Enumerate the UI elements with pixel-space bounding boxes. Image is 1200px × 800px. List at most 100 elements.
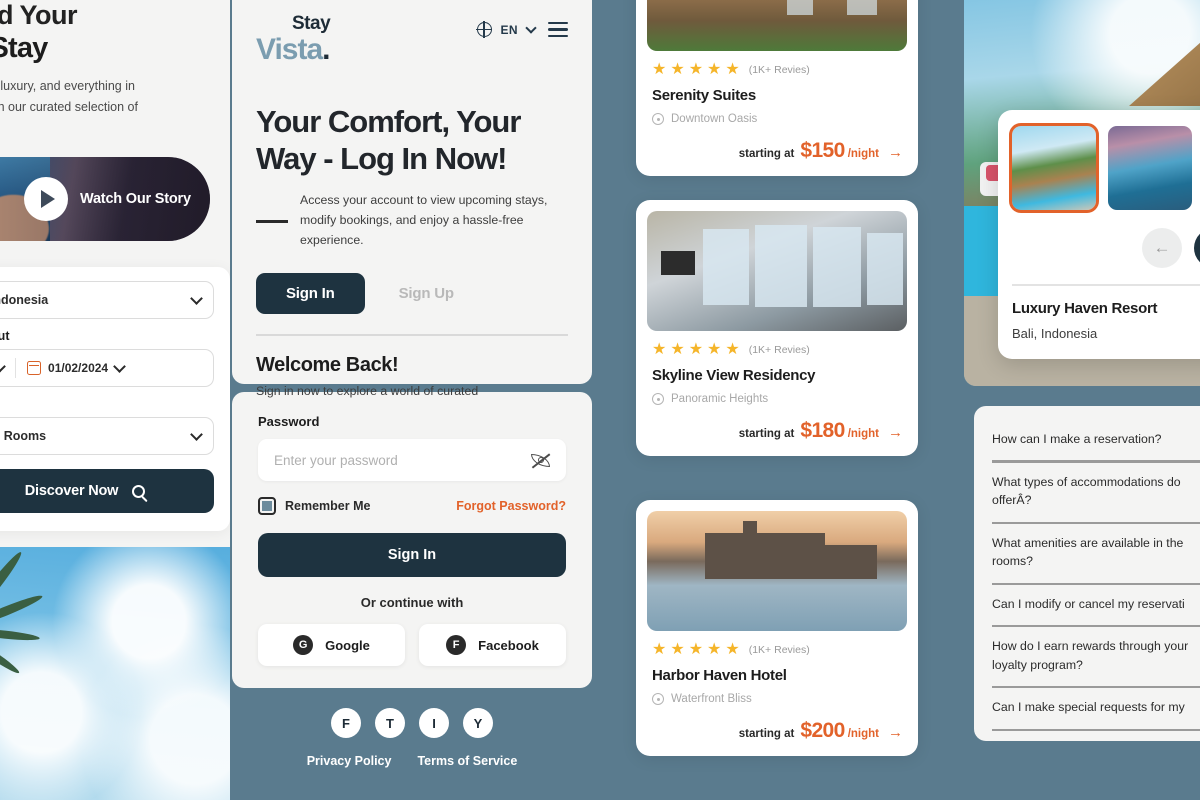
brand-logo[interactable]: Stay Vista.	[256, 13, 331, 65]
facebook-social-icon[interactable]: F	[331, 708, 361, 738]
star-icon: ★	[670, 341, 685, 358]
remember-me-checkbox[interactable]	[258, 497, 276, 515]
listing-card[interactable]: ★ ★ ★ ★ ★ (1K+ Revies) Serenity Suites Downt…	[636, 0, 918, 176]
login-subheading: Access your account to view upcoming sta…	[300, 193, 548, 248]
carousel-controls: ← →	[1142, 228, 1200, 268]
listing-price: $150	[800, 139, 845, 162]
checkout-value-group[interactable]: 01/02/2024	[16, 359, 135, 376]
resort-location: Bali, Indonesia	[1012, 325, 1098, 341]
carousel-prev-button[interactable]: ←	[1142, 228, 1182, 268]
remember-me-group[interactable]: Remember Me	[258, 497, 370, 515]
watch-story-label: Watch Our Story	[80, 191, 191, 208]
faq-question[interactable]: What types of accommodations do offerÂ?	[992, 463, 1200, 522]
remember-me-label: Remember Me	[285, 499, 371, 513]
listing-location: Panoramic Heights	[671, 393, 769, 405]
listing-card[interactable]: ★ ★ ★ ★ ★ (1K+ Revies) Harbor Haven Hotel Wa…	[636, 500, 918, 756]
location-pin-icon	[652, 693, 664, 705]
listing-name: Skyline View Residency	[652, 367, 816, 384]
star-icon: ★	[707, 341, 722, 358]
app-stage: Find Your ct Stay omfort, luxury, and ev…	[0, 0, 1200, 800]
header-tools: EN	[475, 21, 568, 38]
listing-price-row[interactable]: starting at $150 /night →	[647, 139, 907, 163]
palm-sky-image	[0, 547, 230, 800]
login-footer: F T I Y Privacy Policy Terms of Service	[232, 708, 592, 768]
listing-card[interactable]: ★ ★ ★ ★ ★ (1K+ Revies) Skyline View Residenc…	[636, 200, 918, 456]
instagram-social-icon[interactable]: I	[419, 708, 449, 738]
star-icon: ★	[652, 341, 667, 358]
resort-thumbnail[interactable]	[1108, 126, 1192, 210]
rating-row: ★ ★ ★ ★ ★ (1K+ Revies)	[647, 642, 907, 658]
listing-photo	[647, 511, 907, 631]
rating-row: ★ ★ ★ ★ ★ (1K+ Revies)	[647, 342, 907, 358]
arrow-right-icon[interactable]: →	[888, 724, 903, 741]
arrow-right-icon[interactable]: →	[888, 144, 903, 161]
listing-photo	[647, 211, 907, 331]
resort-title: Luxury Haven Resort	[1012, 299, 1158, 317]
listing-price: $180	[800, 419, 845, 442]
resort-thumbnail-strip	[998, 123, 1200, 213]
social-login-row: G Google F Facebook	[258, 624, 566, 666]
listing-price-row[interactable]: starting at $180 /night →	[647, 419, 907, 443]
youtube-social-icon[interactable]: Y	[463, 708, 493, 738]
forgot-password-link[interactable]: Forgot Password?	[456, 499, 566, 513]
star-icon: ★	[670, 641, 685, 658]
faq-question[interactable]: Can I make special requests for my	[992, 688, 1200, 728]
login-form-card: Password Enter your password Remember Me…	[232, 392, 592, 688]
arrow-right-icon[interactable]: →	[888, 424, 903, 441]
divider	[992, 728, 1200, 732]
listing-price-row[interactable]: starting at $200 /night →	[647, 719, 907, 743]
divider	[256, 334, 568, 336]
faq-question[interactable]: How do I earn rewards through your loyal…	[992, 627, 1200, 686]
rooms-input[interactable]: les, 2 Rooms	[0, 417, 214, 456]
listing-name: Serenity Suites	[652, 87, 756, 104]
resort-thumbnail-selected[interactable]	[1009, 123, 1099, 213]
chevron-down-icon[interactable]	[525, 21, 537, 34]
privacy-policy-link[interactable]: Privacy Policy	[307, 754, 392, 768]
social-icons-row: F T I Y	[232, 708, 592, 738]
faq-question[interactable]: How can I make a reservation?	[992, 420, 1200, 460]
google-login-button[interactable]: G Google	[258, 624, 405, 666]
password-field[interactable]: Enter your password	[258, 439, 566, 481]
destination-input[interactable]: va, Indonesia	[0, 281, 214, 320]
faq-question[interactable]: Can I modify or cancel my reservati	[992, 585, 1200, 625]
star-icon: ★	[688, 341, 704, 358]
play-icon[interactable]	[24, 177, 68, 222]
logo-stay-text: Stay	[292, 13, 331, 34]
login-subheading-row: Access your account to view upcoming sta…	[256, 191, 568, 251]
rule-decoration	[256, 219, 288, 223]
faq-question[interactable]: What amenities are available in the room…	[992, 524, 1200, 583]
left-description: omfort, luxury, and everything in een wi…	[0, 79, 138, 114]
language-label[interactable]: EN	[501, 23, 518, 37]
date-range-field[interactable]: 023 01/02/2024	[0, 349, 214, 388]
tab-sign-up[interactable]: Sign Up	[373, 273, 480, 314]
destination-value: va, Indonesia	[0, 293, 49, 308]
review-count: (1K+ Revies)	[748, 644, 810, 656]
discover-now-button[interactable]: Discover Now	[0, 469, 214, 514]
divider	[1012, 284, 1200, 286]
facebook-login-button[interactable]: F Facebook	[419, 624, 566, 666]
or-continue-label: Or continue with	[360, 595, 464, 610]
right-panel: ← → Luxury Haven Resort Bali, Indonesia …	[964, 0, 1200, 800]
checkin-value-group[interactable]: 023	[0, 359, 15, 375]
watch-story-video[interactable]: Hello, Watch Our Story	[0, 157, 210, 242]
left-heading-line1: Find Your	[0, 0, 78, 30]
sign-in-submit-button[interactable]: Sign In	[258, 533, 566, 577]
google-icon: G	[293, 635, 314, 655]
footer-links: Privacy Policy Terms of Service	[232, 754, 592, 768]
starting-at-label: starting at	[738, 728, 795, 740]
twitter-social-icon[interactable]: T	[375, 708, 405, 738]
tab-sign-in[interactable]: Sign In	[256, 273, 365, 315]
chevron-down-icon	[190, 291, 203, 305]
carousel-next-button[interactable]: →	[1194, 228, 1200, 268]
google-label: Google	[325, 637, 370, 653]
chevron-down-icon	[113, 359, 126, 373]
terms-of-service-link[interactable]: Terms of Service	[417, 754, 517, 768]
listing-price: $200	[800, 719, 845, 742]
listing-location-row: Panoramic Heights	[647, 393, 907, 405]
star-icon: ★	[725, 61, 740, 78]
globe-icon[interactable]	[475, 21, 493, 38]
hamburger-menu-icon[interactable]	[548, 22, 568, 38]
eye-off-icon[interactable]	[531, 452, 551, 468]
facebook-label: Facebook	[478, 637, 539, 653]
login-panel: Stay Vista. EN Your Comfort, Your Way - …	[232, 0, 592, 800]
